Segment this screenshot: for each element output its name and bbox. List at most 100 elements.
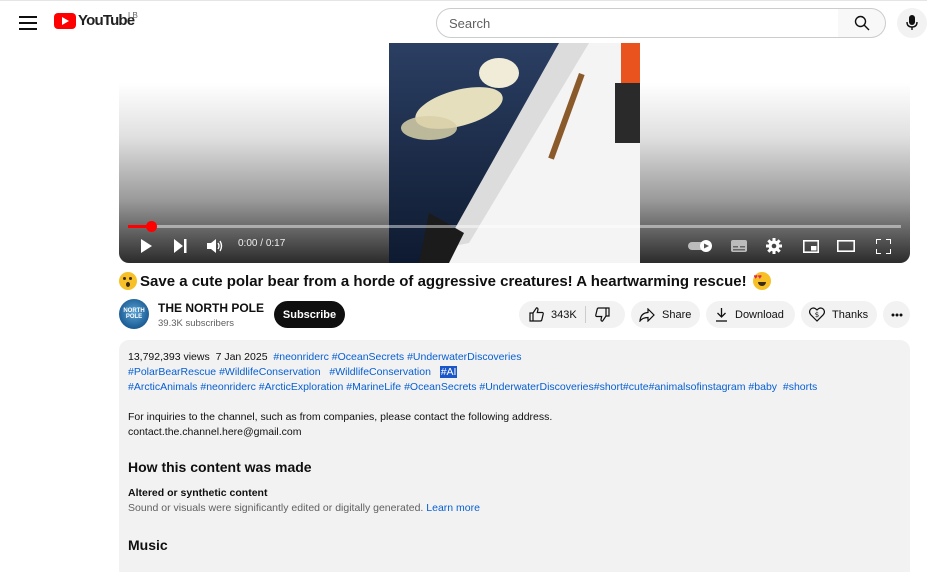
hashtag-link[interactable]: #OceanSecrets xyxy=(404,381,476,393)
hashtag-link[interactable]: #MarineLife xyxy=(346,381,401,393)
thanks-button[interactable]: $ Thanks xyxy=(801,301,877,328)
astonished-emoji-icon xyxy=(119,272,137,290)
theater-mode-button[interactable] xyxy=(836,235,856,257)
settings-button[interactable] xyxy=(764,235,784,257)
hashtag-link[interactable]: #PolarBearRescue xyxy=(128,366,216,378)
next-button[interactable] xyxy=(171,235,189,257)
hashtag-link[interactable]: #ArcticExploration xyxy=(259,381,344,393)
time-separator: / xyxy=(257,238,266,249)
search-placeholder: Search xyxy=(449,15,491,31)
miniplayer-button[interactable] xyxy=(801,235,821,257)
masthead: YouTube LB Search xyxy=(0,0,927,43)
download-label: Download xyxy=(735,308,784,321)
description-meta-line: 13,792,393 views 7 Jan 2025 #neonriderc … xyxy=(128,350,901,365)
video-frame[interactable] xyxy=(389,43,640,263)
thanks-heart-dollar-icon: $ xyxy=(809,307,825,322)
mute-button[interactable] xyxy=(206,235,224,257)
inquiry-text: For inquiries to the channel, such as fr… xyxy=(128,411,553,423)
hashtag-link[interactable]: #WildlifeConservation xyxy=(219,366,321,378)
download-icon xyxy=(716,307,727,322)
search-input[interactable]: Search xyxy=(436,8,839,38)
search-icon xyxy=(854,15,869,31)
description-box[interactable]: 13,792,393 views 7 Jan 2025 #neonriderc … xyxy=(119,340,910,572)
subtitles-button[interactable] xyxy=(729,235,749,257)
logo-text: YouTube xyxy=(78,12,135,29)
channel-avatar[interactable]: NORTH POLE xyxy=(119,299,149,329)
miniplayer-icon xyxy=(803,239,819,253)
play-icon xyxy=(141,239,152,253)
subscriber-count: 39.3K subscribers xyxy=(158,318,235,329)
volume-icon xyxy=(207,239,223,253)
channel-name[interactable]: THE NORTH POLE xyxy=(158,301,264,315)
hashtag-link[interactable]: #UnderwaterDiscoveries#short#cute#animal… xyxy=(479,381,745,393)
view-count: 13,792,393 views xyxy=(128,351,210,363)
learn-more-link[interactable]: Learn more xyxy=(426,502,480,514)
altered-content-description: Sound or visuals were significantly edit… xyxy=(128,502,424,514)
hashtag-link[interactable]: #UnderwaterDiscoveries xyxy=(407,351,521,363)
subtitles-icon xyxy=(731,240,747,252)
hashtag-link[interactable]: #neonriderc xyxy=(200,381,255,393)
download-button[interactable]: Download xyxy=(706,301,795,328)
hashtag-link[interactable]: #baby xyxy=(748,381,777,393)
hashtag-link[interactable]: #neonriderc xyxy=(273,351,328,363)
hashtag-link[interactable]: #ArcticAnimals xyxy=(128,381,197,393)
music-heading: Music xyxy=(128,537,168,553)
fullscreen-icon xyxy=(875,238,891,254)
menu-icon[interactable] xyxy=(16,11,40,35)
like-dislike-group: 343K xyxy=(519,301,625,328)
video-player[interactable]: 0:00 / 0:17 xyxy=(119,43,910,263)
upload-date: 7 Jan 2025 xyxy=(215,351,268,363)
avatar-text: NORTH POLE xyxy=(123,308,145,320)
hashtag-link-highlighted[interactable]: #AI xyxy=(439,366,458,378)
voice-search-button[interactable] xyxy=(897,8,927,38)
time-display: 0:00 / 0:17 xyxy=(238,238,285,249)
progress-bar[interactable] xyxy=(128,225,901,228)
youtube-play-icon xyxy=(54,12,76,29)
altered-content-label: Altered or synthetic content xyxy=(128,487,268,499)
like-count: 343K xyxy=(551,308,577,321)
share-button[interactable]: Share xyxy=(631,301,700,328)
thanks-label: Thanks xyxy=(832,308,869,321)
theater-icon xyxy=(837,240,855,252)
thumbs-down-icon xyxy=(595,307,610,322)
svg-text:$: $ xyxy=(815,311,819,319)
hashtag-link[interactable]: #OceanSecrets xyxy=(332,351,404,363)
progress-scrubber[interactable] xyxy=(146,221,157,232)
hashtag-link[interactable]: #shorts xyxy=(783,381,817,393)
like-divider xyxy=(585,306,586,323)
play-button[interactable] xyxy=(137,235,155,257)
share-label: Share xyxy=(662,308,692,321)
description-tags-line: #PolarBearRescue #WildlifeConservation #… xyxy=(128,365,901,380)
video-still xyxy=(389,43,640,263)
fullscreen-button[interactable] xyxy=(873,235,893,257)
youtube-logo[interactable]: YouTube xyxy=(54,12,135,29)
like-button[interactable]: 343K xyxy=(529,301,577,328)
autoplay-icon xyxy=(688,240,712,252)
more-actions-button[interactable] xyxy=(883,301,910,328)
autoplay-toggle[interactable] xyxy=(687,235,715,257)
gear-icon xyxy=(766,238,782,254)
heart-eyes-emoji-icon xyxy=(752,272,771,290)
next-icon xyxy=(174,239,187,253)
dislike-button[interactable] xyxy=(595,301,610,328)
contact-email: contact.the.channel.here@gmail.com xyxy=(128,426,302,438)
time-current: 0:00 xyxy=(238,238,258,249)
video-title-row: Save a cute polar bear from a horde of a… xyxy=(119,272,771,290)
how-made-heading: How this content was made xyxy=(128,459,312,475)
microphone-icon xyxy=(906,15,918,30)
time-total: 0:17 xyxy=(265,238,286,249)
search-button[interactable] xyxy=(838,8,886,38)
subscribe-button[interactable]: Subscribe xyxy=(274,301,345,328)
country-code: LB xyxy=(128,11,138,20)
video-title: Save a cute polar bear from a horde of a… xyxy=(140,272,747,290)
thumbs-up-icon xyxy=(529,307,544,322)
description-tags-line: #ArcticAnimals #neonriderc #ArcticExplor… xyxy=(128,380,901,395)
more-horizontal-icon xyxy=(891,313,902,316)
share-icon xyxy=(639,307,655,322)
altered-content-line: Sound or visuals were significantly edit… xyxy=(128,501,901,516)
hashtag-link[interactable]: #WildlifeConservation xyxy=(329,366,431,378)
